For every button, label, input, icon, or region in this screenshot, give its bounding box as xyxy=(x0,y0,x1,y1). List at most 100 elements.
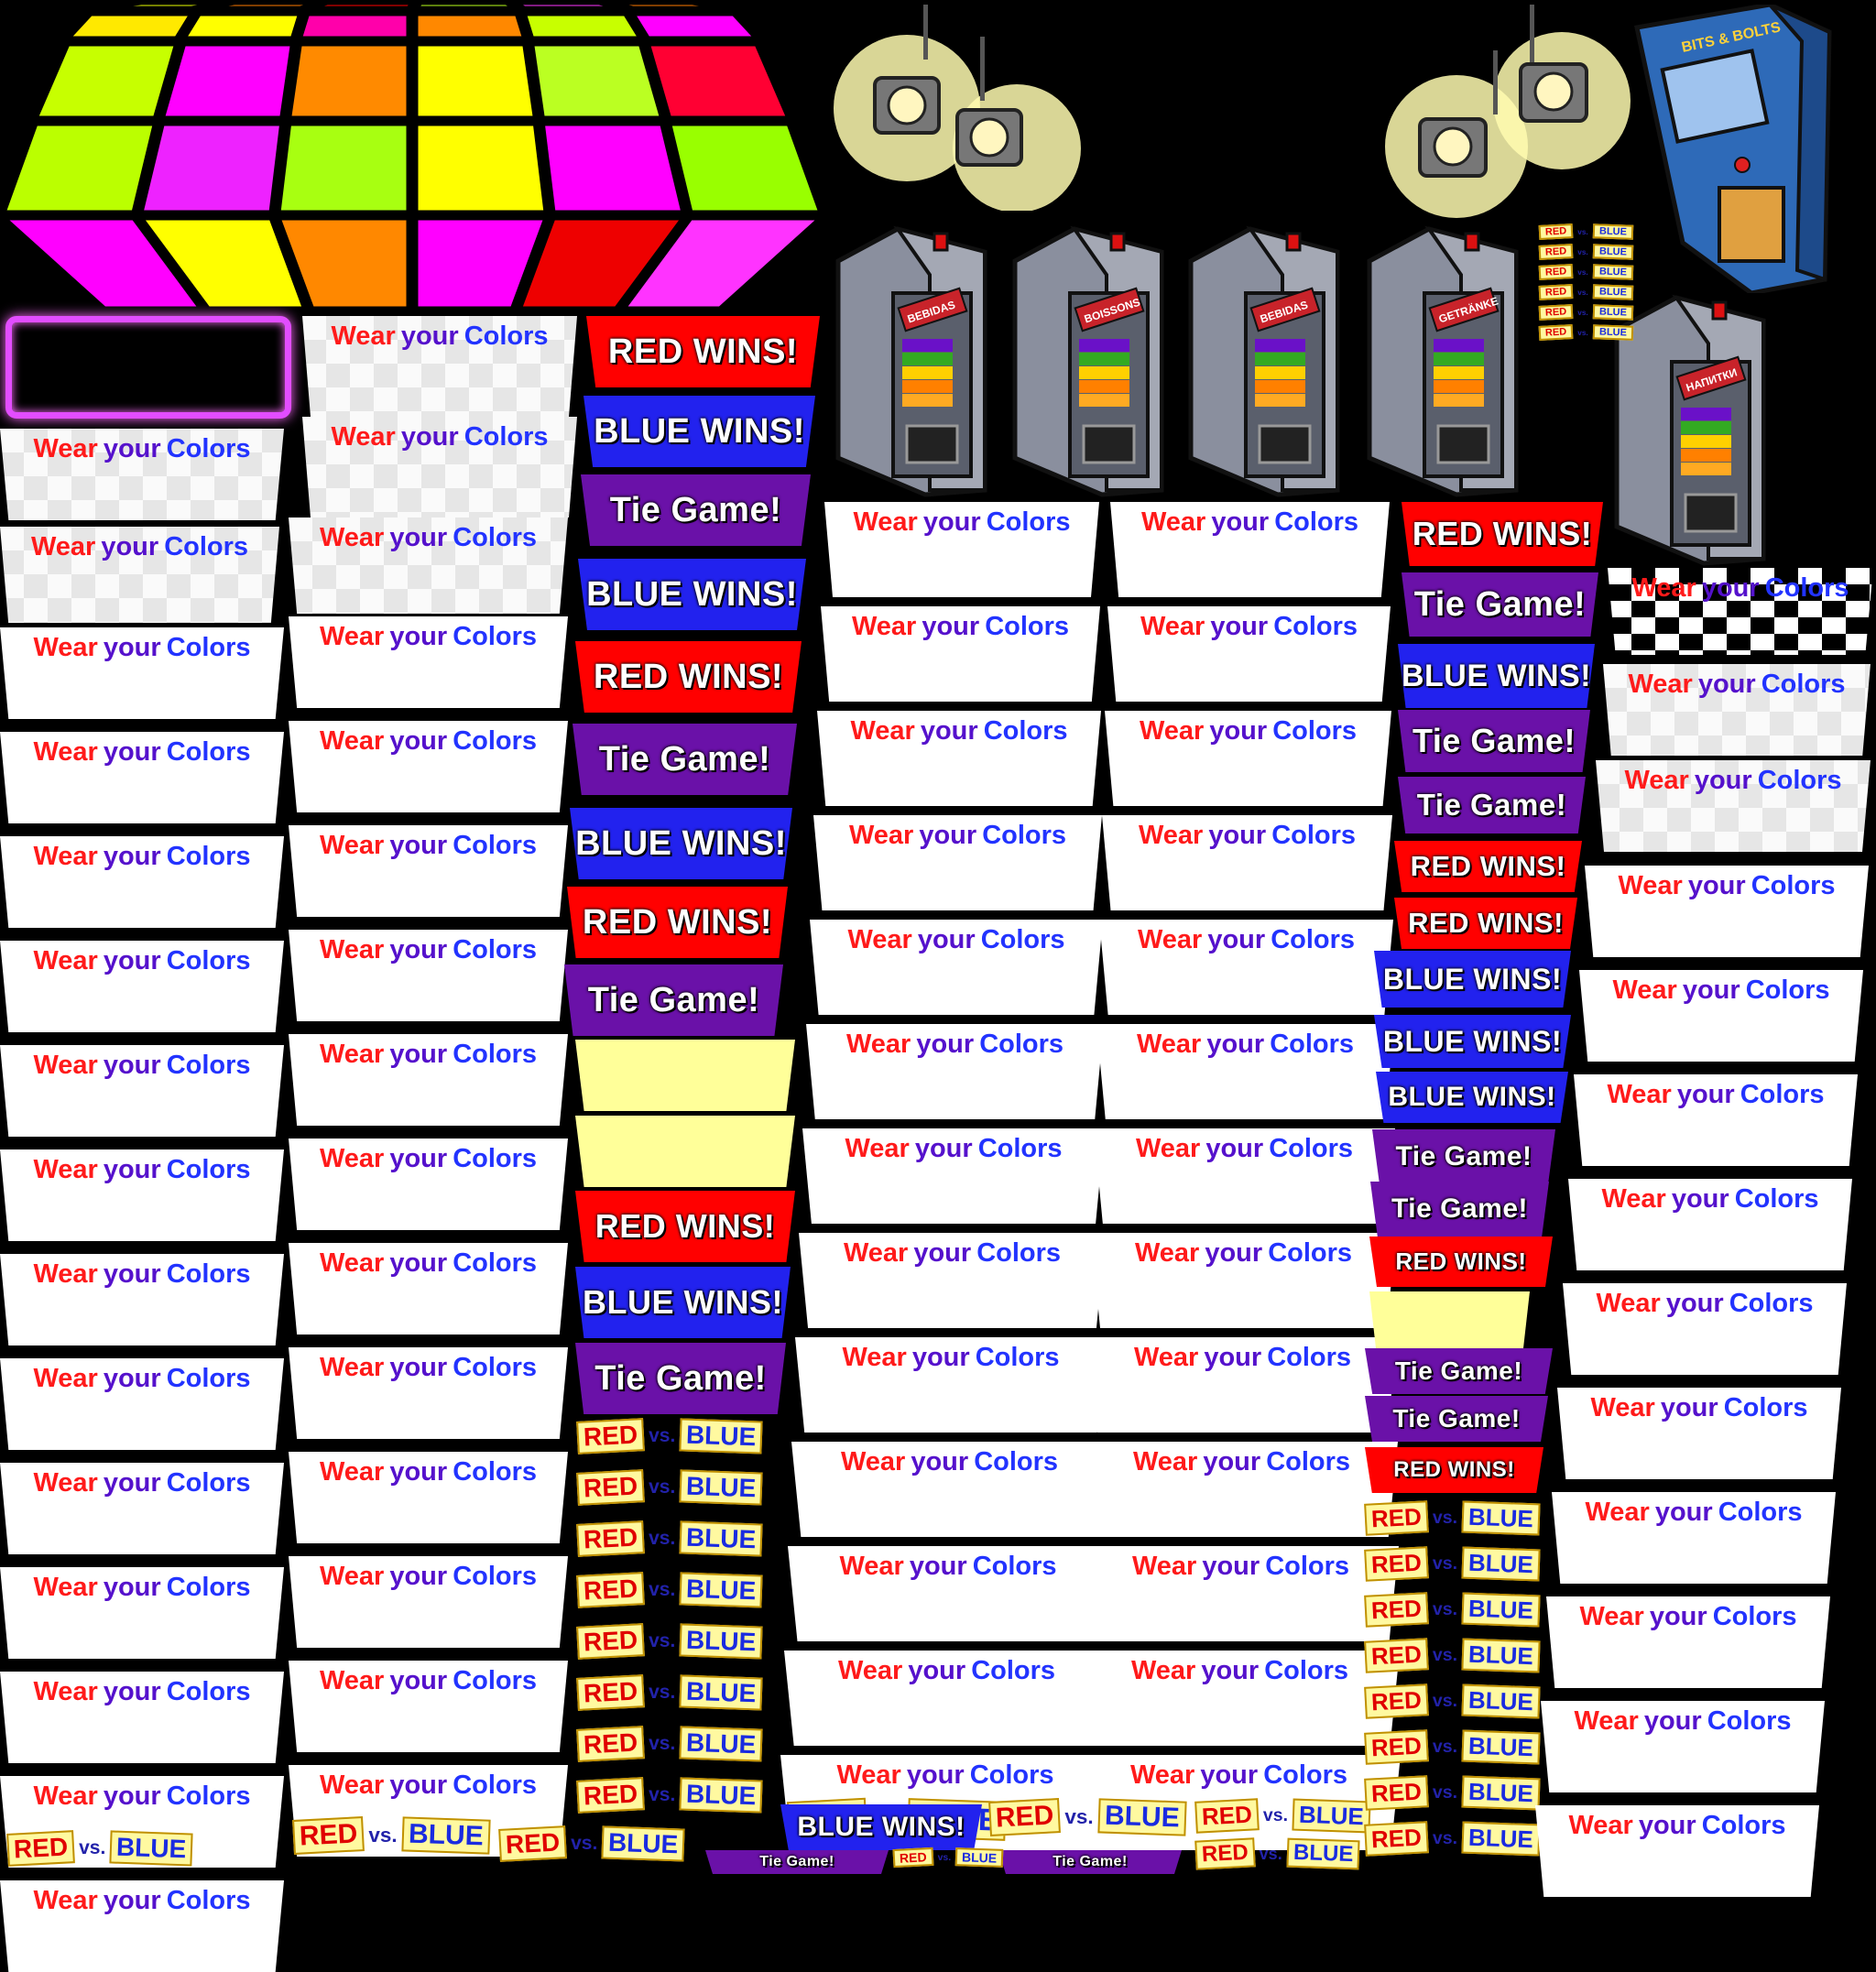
blank-banner xyxy=(575,1040,795,1111)
rvb-word: vs. xyxy=(1432,1691,1458,1711)
red-vs-blue-tag: REDvs.BLUE xyxy=(576,1623,764,1660)
red-vs-blue-tag: REDvs.BLUE xyxy=(292,1816,490,1855)
wyc-word: Colors xyxy=(1263,1760,1348,1790)
wyc-word: Wear xyxy=(1628,670,1693,699)
rvb-word: RED xyxy=(892,1847,934,1868)
rvb-word: RED xyxy=(1364,1592,1429,1628)
wear-your-colors-banner: Wear your Colors xyxy=(0,732,284,823)
wyc-word: Wear xyxy=(33,1468,98,1498)
rvb-word: RED xyxy=(576,1418,646,1454)
red-result-banner: RED WINS! xyxy=(575,641,802,713)
rvb-word: RED xyxy=(1364,1546,1429,1582)
red-vs-blue-tag: REDvs.BLUE xyxy=(576,1418,764,1454)
wyc-word: Wear xyxy=(1132,1447,1198,1476)
blue-result-banner: BLUE WINS! xyxy=(575,1267,791,1338)
rvb-word: vs. xyxy=(1432,1828,1458,1848)
wyc-word: Wear xyxy=(837,1656,903,1685)
wyc-word: Wear xyxy=(1624,766,1689,795)
wyc-word: your xyxy=(1209,716,1268,746)
rvb-word: vs. xyxy=(1577,328,1588,337)
tie-result-banner: Tie Game! xyxy=(1365,1348,1553,1394)
red-result-banner: RED WINS! xyxy=(1365,1447,1543,1493)
wyc-word: Wear xyxy=(1631,573,1696,603)
wyc-word: Wear xyxy=(30,532,96,561)
wyc-word: your xyxy=(919,821,977,850)
wyc-word: your xyxy=(389,622,448,651)
wyc-word: Wear xyxy=(1596,1289,1661,1318)
wyc-word: Colors xyxy=(453,935,538,964)
wyc-word: Colors xyxy=(166,737,251,767)
wyc-word: Colors xyxy=(1757,766,1842,795)
red-vs-blue-tag: REDvs.BLUE xyxy=(1538,304,1633,321)
rvb-word: vs. xyxy=(1577,267,1588,277)
wyc-word: Colors xyxy=(1723,1393,1808,1422)
rvb-word: RED xyxy=(1538,264,1574,280)
blank-banner xyxy=(575,1116,795,1187)
wyc-word: Wear xyxy=(319,1248,385,1278)
wyc-word: your xyxy=(908,1656,966,1685)
red-vs-blue-tag: REDvs.BLUE xyxy=(1194,1798,1371,1834)
wyc-word: your xyxy=(922,507,981,537)
blue-result-banner: BLUE WINS! xyxy=(584,396,815,467)
rvb-word: BLUE xyxy=(1286,1837,1360,1870)
wyc-word: Wear xyxy=(845,1030,911,1059)
wyc-word: Wear xyxy=(847,925,912,954)
rvb-word: RED xyxy=(576,1777,646,1814)
wyc-word: Colors xyxy=(166,1364,251,1393)
rvb-word: vs. xyxy=(649,1682,676,1703)
spotlight-icon xyxy=(1418,117,1488,178)
rvb-word: BLUE xyxy=(1592,223,1633,240)
wyc-word: your xyxy=(389,1457,448,1487)
wyc-word: Wear xyxy=(319,1770,385,1800)
blue-result-banner: BLUE WINS! xyxy=(1398,644,1595,708)
wyc-word: your xyxy=(103,1468,161,1498)
wyc-word: your xyxy=(389,1562,448,1591)
rvb-word: BLUE xyxy=(1461,1638,1541,1673)
wear-your-colors-banner: Wear your Colors xyxy=(1563,1283,1847,1375)
wyc-word: Wear xyxy=(33,434,98,463)
wyc-word: your xyxy=(389,1144,448,1173)
dance-floor-tile xyxy=(276,121,411,215)
rvb-word: vs. xyxy=(649,1425,676,1446)
wyc-word: Colors xyxy=(1729,1289,1814,1318)
vending-machine: BEBIDAS xyxy=(1182,224,1347,499)
wyc-word: Colors xyxy=(1266,1447,1351,1476)
wyc-word: your xyxy=(103,1677,161,1706)
wyc-word: Wear xyxy=(836,1760,901,1790)
wyc-word: Wear xyxy=(331,422,396,452)
wear-your-colors-banner: Wear your Colors xyxy=(1535,1805,1819,1897)
wyc-word: Colors xyxy=(974,1447,1059,1476)
wyc-word: your xyxy=(1208,821,1267,850)
wear-your-colors-banner: Wear your Colors xyxy=(813,815,1102,910)
wyc-word: Colors xyxy=(986,507,1071,537)
rvb-word: BLUE xyxy=(679,1674,764,1711)
red-vs-blue-tag: REDvs.BLUE xyxy=(576,1572,764,1608)
wyc-word: your xyxy=(1204,1343,1262,1372)
wear-your-colors-banner: Wear your Colors xyxy=(810,920,1103,1015)
wear-your-colors-banner: Wear your Colors xyxy=(1094,1128,1395,1224)
wyc-word: Colors xyxy=(972,1552,1057,1581)
wyc-word: your xyxy=(103,633,161,662)
tie-result-banner: Tie Game! xyxy=(705,1850,889,1874)
rvb-word: vs. xyxy=(1432,1782,1458,1803)
rvb-word: RED xyxy=(1538,304,1574,321)
wyc-word: your xyxy=(103,434,161,463)
wyc-word: Wear xyxy=(33,1259,98,1289)
red-vs-blue-tag: REDvs.BLUE xyxy=(576,1726,764,1762)
wyc-word: Colors xyxy=(1265,1552,1350,1581)
rvb-word: RED xyxy=(576,1623,646,1660)
wyc-word: your xyxy=(1694,766,1752,795)
blank-banner xyxy=(1369,1291,1530,1348)
wyc-word: Colors xyxy=(1751,871,1836,900)
rvb-word: vs. xyxy=(1259,1844,1282,1863)
wyc-word: your xyxy=(1200,1760,1259,1790)
wyc-word: Colors xyxy=(453,1144,538,1173)
wear-your-colors-banner: Wear your Colors xyxy=(1546,1596,1830,1688)
wyc-word: your xyxy=(389,1666,448,1695)
wear-your-colors-banner: Wear your Colors xyxy=(1579,970,1863,1062)
rvb-word: BLUE xyxy=(1592,324,1633,341)
red-vs-blue-tag: REDvs.BLUE xyxy=(892,1847,1004,1868)
rvb-word: vs. xyxy=(1577,247,1588,256)
rvb-word: BLUE xyxy=(679,1418,764,1454)
red-vs-blue-tag: REDvs.BLUE xyxy=(1364,1546,1541,1582)
